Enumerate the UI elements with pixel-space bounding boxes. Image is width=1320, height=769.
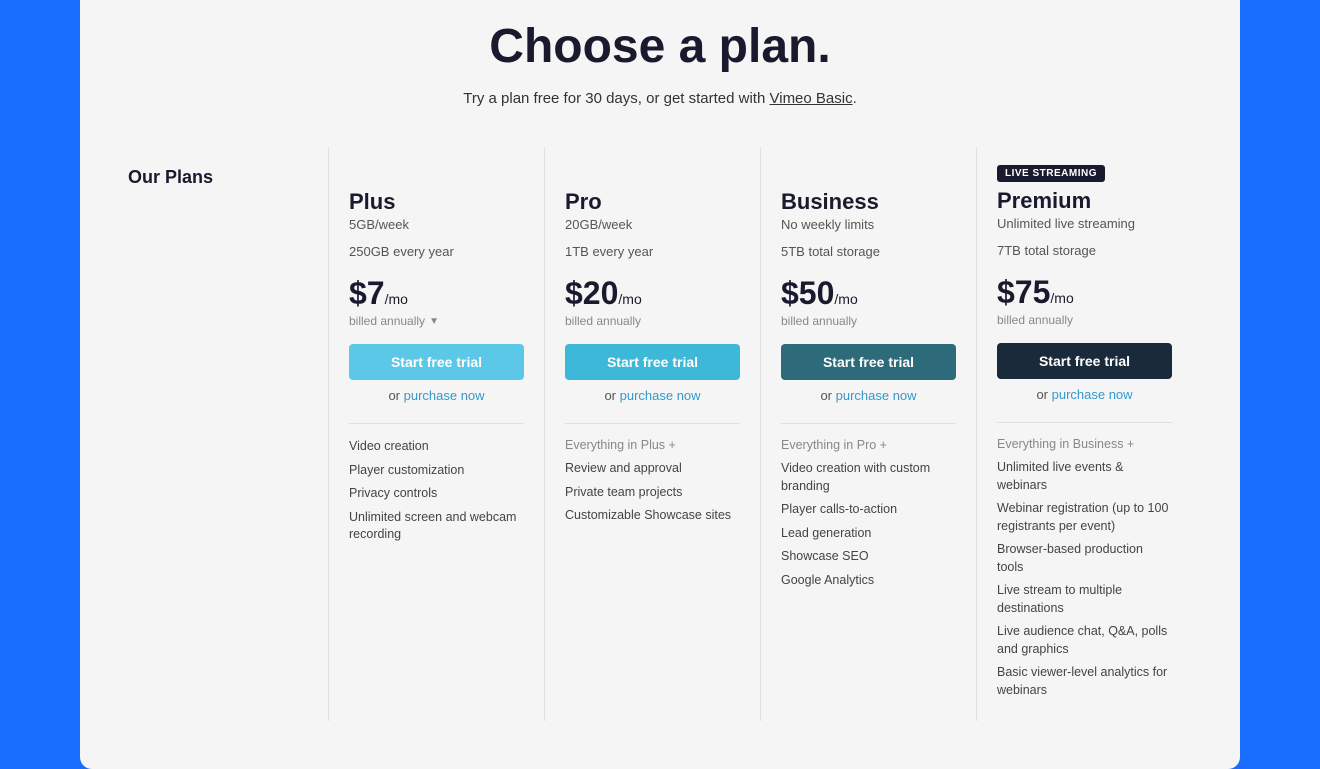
billed-annually: billed annually [565,314,740,328]
subtitle-text: Try a plan free for 30 days, or get star… [463,90,769,107]
feature-item: Unlimited live events & webinars [997,459,1172,494]
purchase-now-link[interactable]: purchase now [836,388,917,403]
billed-text: billed annually [997,313,1073,327]
feature-item: Lead generation [781,525,956,543]
billed-annually: billed annually [997,313,1172,327]
purchase-now-link[interactable]: purchase now [620,388,701,403]
plan-col-business: Business No weekly limits 5TB total stor… [760,147,976,721]
features-header: Everything in Pro + [781,438,956,452]
feature-item: Webinar registration (up to 100 registra… [997,500,1172,535]
start-trial-button[interactable]: Start free trial [781,344,956,380]
plan-col-plus: Plus 5GB/week 250GB every year $7 /mo bi… [328,147,544,721]
start-trial-button[interactable]: Start free trial [565,344,740,380]
purchase-row: or purchase now [781,388,956,403]
divider [997,422,1172,423]
feature-item: Live stream to multiple destinations [997,582,1172,617]
plan-storage-year: 250GB every year [349,244,524,259]
feature-item: Showcase SEO [781,548,956,566]
plans-grid: Plus 5GB/week 250GB every year $7 /mo bi… [328,147,1192,721]
page-header: Choose a plan. Try a plan free for 30 da… [128,19,1192,107]
price-amount: $7 [349,275,385,312]
features-header: Everything in Business + [997,437,1172,451]
features-list: Video creation Player customization Privac… [349,438,524,544]
feature-item: Player calls-to-action [781,501,956,519]
purchase-now-link[interactable]: purchase now [1052,387,1133,402]
feature-item: Customizable Showcase sites [565,507,740,525]
feature-item: Private team projects [565,484,740,502]
subtitle-suffix: . [853,90,857,107]
features-list: Review and approval Private team projects… [565,460,740,525]
our-plans-label: Our Plans [128,167,213,187]
start-trial-button[interactable]: Start free trial [997,343,1172,379]
billing-dropdown-icon[interactable]: ▼ [429,316,439,327]
feature-item: Browser-based production tools [997,541,1172,576]
feature-item: Video creation with custom branding [781,460,956,495]
plan-storage-week: No weekly limits [781,217,956,232]
price-amount: $50 [781,275,834,312]
billed-text: billed annually [565,314,641,328]
price-row: $20 /mo [565,275,740,312]
divider [349,423,524,424]
plan-storage-year: 1TB every year [565,244,740,259]
feature-item: Privacy controls [349,485,524,503]
subtitle: Try a plan free for 30 days, or get star… [128,90,1192,107]
plan-storage-week: 5GB/week [349,217,524,232]
start-trial-button[interactable]: Start free trial [349,344,524,380]
feature-item: Basic viewer-level analytics for webinar… [997,664,1172,699]
price-period: /mo [385,291,408,307]
price-period: /mo [834,291,857,307]
vimeo-basic-link[interactable]: Vimeo Basic [770,90,853,107]
our-plans-sidebar: Our Plans [128,147,328,721]
price-period: /mo [1050,290,1073,306]
feature-item: Google Analytics [781,572,956,590]
plan-name: Pro [565,189,740,215]
features-list: Unlimited live events & webinars Webinar … [997,459,1172,699]
price-row: $7 /mo [349,275,524,312]
plan-col-pro: Pro 20GB/week 1TB every year $20 /mo bil… [544,147,760,721]
live-badge: LIVE STREAMING [997,165,1105,182]
pricing-card: Choose a plan. Try a plan free for 30 da… [80,0,1240,769]
feature-item: Review and approval [565,460,740,478]
price-row: $75 /mo [997,274,1172,311]
billed-text: billed annually [349,314,425,328]
feature-item: Live audience chat, Q&A, polls and graph… [997,623,1172,658]
features-header: Everything in Plus + [565,438,740,452]
price-amount: $20 [565,275,618,312]
divider [781,423,956,424]
billed-text: billed annually [781,314,857,328]
divider [565,423,740,424]
plan-name: Plus [349,189,524,215]
features-list: Video creation with custom branding Playe… [781,460,956,589]
purchase-row: or purchase now [997,387,1172,402]
purchase-row: or purchase now [349,388,524,403]
feature-item: Video creation [349,438,524,456]
price-row: $50 /mo [781,275,956,312]
plan-name: Premium [997,188,1172,214]
billed-annually: billed annually [781,314,956,328]
purchase-row: or purchase now [565,388,740,403]
feature-item: Player customization [349,462,524,480]
plan-storage-year: 7TB total storage [997,243,1172,258]
billed-annually: billed annually ▼ [349,314,524,328]
feature-item: Unlimited screen and webcam recording [349,509,524,544]
purchase-now-link[interactable]: purchase now [404,388,485,403]
plan-storage-year: 5TB total storage [781,244,956,259]
price-period: /mo [618,291,641,307]
price-amount: $75 [997,274,1050,311]
plans-section: Our Plans Plus 5GB/week 250GB every year… [128,147,1192,721]
plan-storage-week: 20GB/week [565,217,740,232]
page-title: Choose a plan. [128,19,1192,74]
plan-storage-week: Unlimited live streaming [997,216,1172,231]
plan-name: Business [781,189,956,215]
plan-col-premium: LIVE STREAMING Premium Unlimited live st… [976,147,1192,721]
